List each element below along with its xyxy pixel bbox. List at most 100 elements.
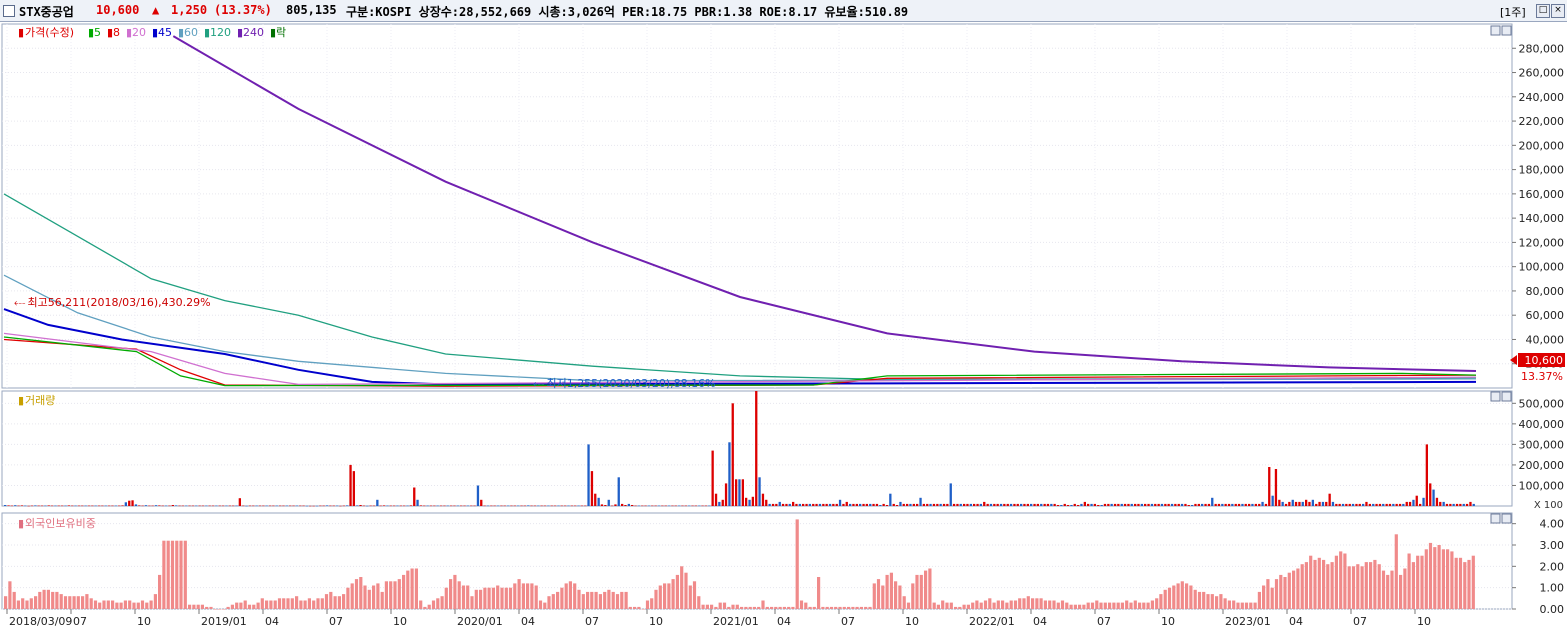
volume-bar <box>101 505 104 507</box>
select-checkbox[interactable] <box>3 5 15 17</box>
volume-bar <box>996 503 999 506</box>
price-y-tick-label: 260,000 <box>1519 67 1565 80</box>
foreign-bar <box>675 574 679 609</box>
volume-bar <box>731 403 734 506</box>
volume-bar <box>567 505 570 507</box>
foreign-bar <box>8 581 12 609</box>
volume-bar <box>1274 469 1278 506</box>
volume-bar <box>979 503 982 506</box>
foreign-bar <box>136 602 140 609</box>
foreign-bar <box>637 606 641 609</box>
volume-bar <box>973 503 976 506</box>
foreign-bar <box>1095 600 1099 609</box>
foreign-bar <box>192 604 196 609</box>
volume-panel-minimize-icon[interactable] <box>1490 391 1501 402</box>
volume-bar <box>1449 503 1452 506</box>
foreign-bar <box>603 591 607 609</box>
foreign-bar <box>919 574 923 609</box>
volume-bar <box>1385 503 1388 506</box>
foreign-bar <box>1125 600 1129 609</box>
volume-bar <box>1442 501 1445 506</box>
volume-bar <box>637 505 640 507</box>
volume-bar <box>1033 503 1036 506</box>
price-y-tick-label: 40,000 <box>1526 333 1565 346</box>
volume-panel-close-icon[interactable] <box>1501 391 1512 402</box>
foreign-bar <box>1142 602 1146 609</box>
foreign-bar <box>975 600 979 609</box>
price-legend-marker: ▮ <box>18 26 24 39</box>
foreign-bar <box>1039 598 1043 609</box>
volume-bar <box>439 505 443 507</box>
volume-bar <box>1365 501 1368 506</box>
volume-bar <box>564 505 567 507</box>
close-icon[interactable]: × <box>1551 4 1565 18</box>
volume-bar <box>969 503 972 506</box>
foreign-bar <box>633 606 637 609</box>
foreign-bar <box>128 600 132 609</box>
ma-legend-label: 240 <box>243 26 264 39</box>
price-panel <box>3 35 1477 387</box>
foreign-bar <box>1458 557 1463 609</box>
volume-bar <box>128 500 131 506</box>
foreign-bar <box>12 591 16 609</box>
foreign-bar <box>684 572 688 609</box>
volume-bar <box>262 505 265 507</box>
volume-bar <box>1248 503 1251 506</box>
foreign-bar <box>1078 604 1082 609</box>
volume-bar <box>144 505 148 506</box>
volume-bar <box>1268 467 1271 506</box>
volume-bar <box>34 505 37 506</box>
foreign-bar <box>29 598 33 609</box>
volume-bar <box>1187 505 1190 506</box>
foreign-bar <box>1138 602 1142 609</box>
foreign-bar <box>556 591 560 609</box>
price-panel-close-icon[interactable] <box>1501 25 1512 36</box>
volume-bar <box>889 493 892 506</box>
foreign-bar <box>1287 572 1291 609</box>
foreign-bar <box>1172 585 1176 609</box>
x-tick-label: 04 <box>1289 615 1303 628</box>
volume-bar <box>922 503 925 506</box>
volume-bar <box>912 503 915 506</box>
volume-bar <box>366 505 369 507</box>
volume-bar <box>936 503 939 506</box>
volume-bar <box>232 505 235 507</box>
volume-bar <box>708 505 711 507</box>
volume-bar <box>87 505 91 507</box>
volume-bar <box>242 505 245 507</box>
volume-bar <box>963 503 966 506</box>
foreign-bar <box>188 604 192 609</box>
volume-bar <box>71 505 74 507</box>
volume-bar <box>268 505 272 507</box>
volume-bar <box>1077 505 1080 506</box>
volume-bar <box>10 505 13 507</box>
foreign-bar <box>1424 549 1428 609</box>
foreign-panel-minimize-icon[interactable] <box>1490 513 1501 524</box>
volume-bar <box>1110 503 1113 506</box>
foreign-y-tick-label: 3.00 <box>1540 539 1565 552</box>
foreign-bar <box>911 583 915 609</box>
volume-bar <box>406 505 409 507</box>
foreign-bar <box>876 579 881 609</box>
foreign-bar <box>1026 596 1030 609</box>
foreign-bar <box>166 540 170 609</box>
volume-bar <box>1328 493 1331 506</box>
volume-bar <box>1221 503 1224 506</box>
foreign-bar <box>855 606 859 609</box>
foreign-bar <box>547 596 551 609</box>
foreign-panel-close-icon[interactable] <box>1501 513 1512 524</box>
volume-bar <box>627 503 630 506</box>
volume-bar <box>255 505 258 507</box>
axes: 20,00040,00060,00080,000100,000120,00014… <box>6 42 1565 628</box>
period-button[interactable]: [1주] <box>1500 4 1526 20</box>
foreign-bar <box>1360 566 1364 609</box>
volume-bar <box>208 505 211 507</box>
foreign-bar <box>881 585 885 609</box>
volume-bar <box>305 505 309 507</box>
volume-bar <box>1164 503 1167 506</box>
volume-bar <box>496 505 500 507</box>
volume-bar <box>27 505 30 507</box>
maximize-icon[interactable]: □ <box>1536 4 1550 18</box>
foreign-bar <box>705 604 709 609</box>
price-panel-minimize-icon[interactable] <box>1490 25 1501 36</box>
